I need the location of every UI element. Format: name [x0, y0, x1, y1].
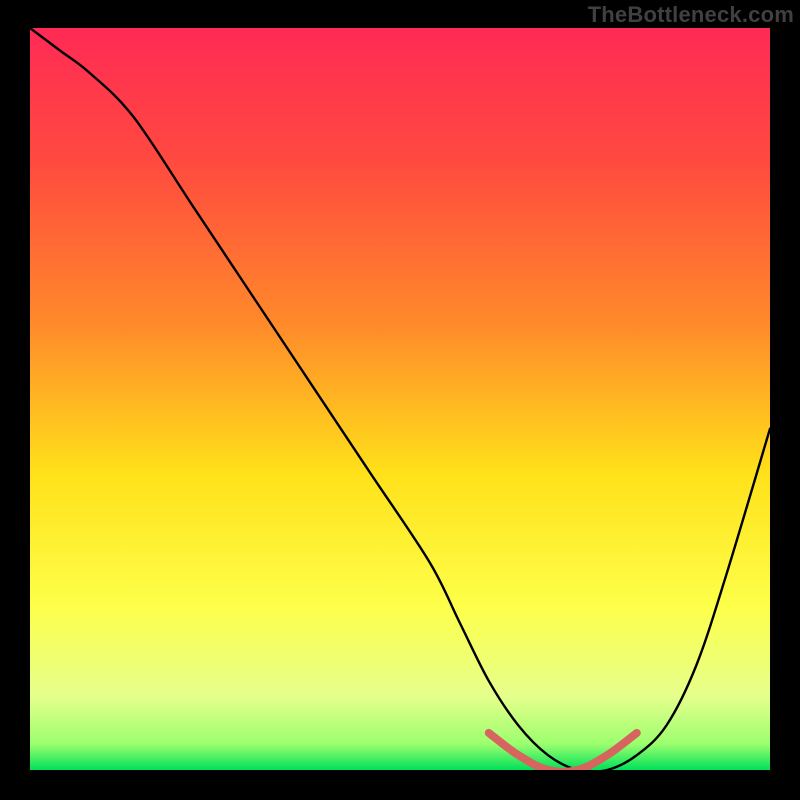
watermark-text: TheBottleneck.com: [588, 2, 794, 28]
plot-area: [30, 28, 770, 770]
chart-frame: TheBottleneck.com: [0, 0, 800, 800]
bottleneck-chart: [30, 28, 770, 770]
gradient-background: [30, 28, 770, 770]
